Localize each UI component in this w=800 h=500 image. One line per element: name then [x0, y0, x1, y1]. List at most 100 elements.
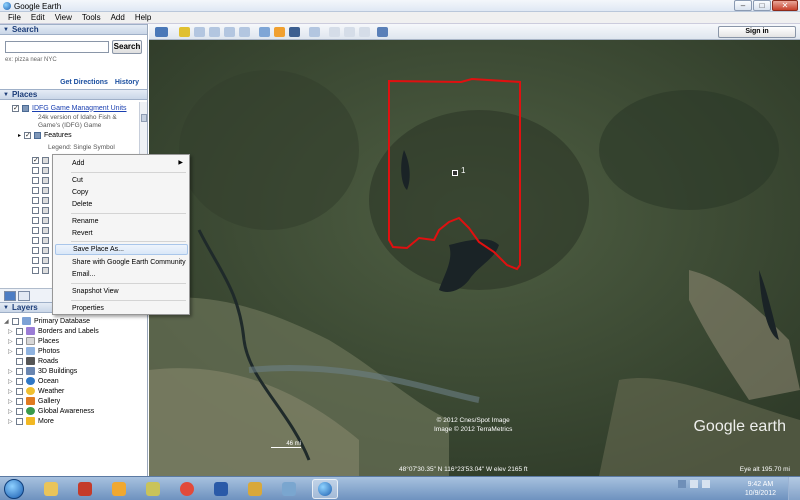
layer-borders-labels[interactable]: ▷ Borders and Labels	[8, 326, 99, 336]
checkbox[interactable]	[16, 347, 23, 355]
expand-arrow-icon[interactable]: ▷	[8, 388, 16, 395]
overlay-icon[interactable]	[224, 27, 235, 37]
checkbox[interactable]	[32, 246, 39, 254]
system-clock[interactable]: 9:42 AM 10/9/2012	[745, 480, 776, 498]
search-header[interactable]: ▼ Search	[0, 24, 147, 35]
layer-more[interactable]: ▷ More	[8, 416, 54, 426]
checkbox[interactable]	[32, 176, 39, 184]
checkbox[interactable]	[16, 327, 23, 335]
menu-item-add[interactable]: Add ▶	[55, 158, 188, 169]
collapse-triangle-icon[interactable]: ▼	[3, 27, 9, 33]
expand-arrow-icon[interactable]: ▷	[8, 328, 16, 335]
checkbox[interactable]	[32, 166, 39, 174]
panel-toggle-icon[interactable]	[18, 290, 30, 301]
checkbox[interactable]	[32, 186, 39, 194]
history-icon[interactable]	[259, 27, 270, 37]
maps-icon[interactable]	[377, 27, 388, 37]
feature-row[interactable]	[32, 245, 52, 255]
menu-item-save-place-as[interactable]: Save Place As...	[55, 244, 188, 255]
show-desktop-button[interactable]	[788, 477, 800, 500]
checkbox[interactable]	[16, 397, 23, 405]
checkbox[interactable]	[32, 236, 39, 244]
layer-roads[interactable]: Roads	[8, 356, 58, 366]
layer-3d-buildings[interactable]: ▷ 3D Buildings	[8, 366, 77, 376]
checkbox[interactable]	[16, 387, 23, 395]
tree-item-features[interactable]: ▸ Features	[18, 130, 72, 140]
checkbox[interactable]	[16, 417, 23, 425]
explorer-taskbar-icon[interactable]	[38, 479, 64, 499]
taskbar-app-icon[interactable]	[276, 479, 302, 499]
email-icon[interactable]	[329, 27, 340, 37]
layer-places[interactable]: ▷ Places	[8, 336, 59, 346]
expand-triangle-icon[interactable]: ▸	[18, 132, 21, 139]
chrome-taskbar-icon[interactable]	[174, 479, 200, 499]
sign-in-button[interactable]: Sign in	[718, 26, 796, 38]
outlook-taskbar-icon[interactable]	[106, 479, 132, 499]
layer-primary-database[interactable]: ◢ Primary Database	[4, 316, 90, 326]
expand-arrow-icon[interactable]: ▷	[8, 378, 16, 385]
print-icon[interactable]	[344, 27, 355, 37]
placemark-icon[interactable]	[452, 170, 458, 176]
checkbox[interactable]	[12, 104, 19, 112]
feature-row[interactable]	[32, 235, 52, 245]
menu-item-revert[interactable]: Revert	[55, 228, 188, 239]
save-image-icon[interactable]	[359, 27, 370, 37]
collapse-triangle-icon[interactable]: ▼	[3, 305, 9, 311]
feature-row[interactable]	[32, 195, 52, 205]
get-directions-link[interactable]: Get Directions	[60, 79, 108, 86]
search-input[interactable]	[5, 41, 109, 53]
maximize-button[interactable]: □	[753, 0, 771, 11]
collapse-triangle-icon[interactable]: ▼	[3, 92, 9, 98]
placemark-icon[interactable]	[179, 27, 190, 37]
start-button[interactable]	[4, 479, 24, 499]
checkbox[interactable]	[12, 317, 19, 325]
feature-row[interactable]	[32, 215, 52, 225]
menu-view[interactable]: View	[50, 13, 77, 22]
menu-help[interactable]: Help	[130, 13, 156, 22]
menu-tools[interactable]: Tools	[77, 13, 106, 22]
menu-file[interactable]: File	[3, 13, 26, 22]
sunlight-icon[interactable]	[274, 27, 285, 37]
tour-icon[interactable]	[239, 27, 250, 37]
taskbar-app-icon[interactable]	[242, 479, 268, 499]
places-header[interactable]: ▼ Places	[0, 89, 147, 100]
feature-row[interactable]	[32, 165, 52, 175]
menu-item-delete[interactable]: Delete	[55, 199, 188, 210]
menu-item-copy[interactable]: Copy	[55, 187, 188, 198]
feature-row[interactable]	[32, 155, 52, 165]
sidebar-toggle-icon[interactable]	[155, 27, 168, 37]
word-taskbar-icon[interactable]	[208, 479, 234, 499]
menu-item-rename[interactable]: Rename	[55, 216, 188, 227]
layer-ocean[interactable]: ▷ Ocean	[8, 376, 59, 386]
google-earth-taskbar-icon[interactable]	[312, 479, 338, 499]
checkbox[interactable]	[32, 216, 39, 224]
checkbox[interactable]	[16, 357, 23, 365]
checkbox[interactable]	[16, 377, 23, 385]
layer-weather[interactable]: ▷ Weather	[8, 386, 64, 396]
expand-arrow-icon[interactable]: ▷	[8, 398, 16, 405]
checkbox[interactable]	[16, 367, 23, 375]
volume-icon[interactable]	[702, 480, 710, 488]
taskbar-app-icon[interactable]	[72, 479, 98, 499]
checkbox[interactable]	[16, 337, 23, 345]
search-button[interactable]: Search	[112, 40, 142, 54]
checkbox[interactable]	[32, 196, 39, 204]
network-icon[interactable]	[690, 480, 698, 488]
scrollbar-thumb[interactable]	[141, 114, 147, 122]
collapse-triangle-icon[interactable]: ◢	[4, 318, 12, 325]
map-view[interactable]: 1 46 mi © 2012 Cnes/Spot Image Image © 2…	[149, 40, 800, 476]
checkbox[interactable]	[32, 256, 39, 264]
layer-photos[interactable]: ▷ Photos	[8, 346, 60, 356]
expand-arrow-icon[interactable]: ▷	[8, 408, 16, 415]
expand-arrow-icon[interactable]: ▷	[8, 338, 16, 345]
expand-arrow-icon[interactable]: ▷	[8, 368, 16, 375]
feature-row[interactable]	[32, 175, 52, 185]
checkbox[interactable]	[16, 407, 23, 415]
polygon-icon[interactable]	[194, 27, 205, 37]
search-mode-icon[interactable]	[4, 290, 16, 301]
menu-item-properties[interactable]: Properties	[55, 303, 188, 314]
sky-icon[interactable]	[289, 27, 300, 37]
menu-edit[interactable]: Edit	[26, 13, 50, 22]
layer-gallery[interactable]: ▷ Gallery	[8, 396, 60, 406]
checkbox[interactable]	[32, 156, 39, 164]
